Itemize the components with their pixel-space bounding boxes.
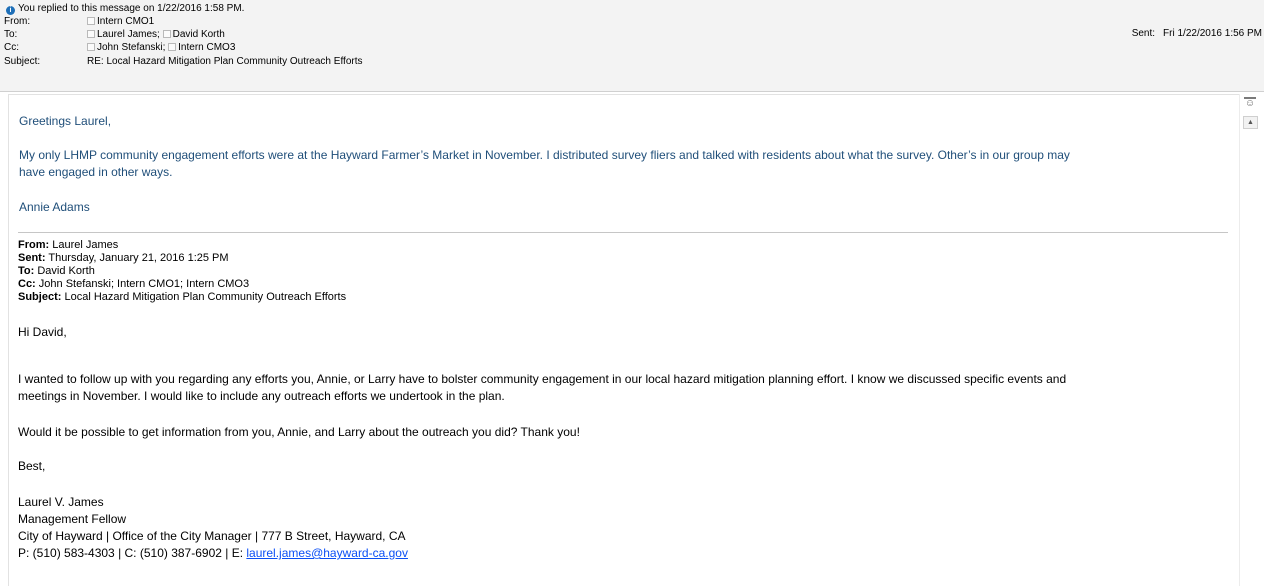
sig-phone: P: (510) 583-4303 | C: (510) 387-6902 | … (18, 546, 247, 560)
message-header: i You replied to this message on 1/22/201… (0, 0, 1264, 92)
orig-subject-value: Local Hazard Mitigation Plan Community O… (61, 291, 347, 303)
vertical-scrollbar[interactable]: ☺ ▲ (1239, 94, 1264, 586)
orig-subject: Subject: Local Hazard Mitigation Plan Co… (18, 291, 346, 304)
sent-label: Sent: (1131, 28, 1156, 39)
orig-from: From: Laurel James (18, 239, 118, 252)
orig-cc-value: John Stefanski; Intern CMO1; Intern CMO3 (35, 278, 250, 290)
from-row: From: Intern CMO1 (4, 16, 154, 28)
reply-paragraph-line1: My only LHMP community engagement effort… (19, 148, 1070, 162)
orig-greeting: Hi David, (18, 325, 67, 339)
orig-to-label: To: (18, 265, 35, 277)
orig-sent: Sent: Thursday, January 21, 2016 1:25 PM (18, 252, 229, 265)
orig-sent-value: Thursday, January 21, 2016 1:25 PM (45, 252, 229, 264)
message-body-frame (8, 94, 1239, 586)
person-chip-icon (168, 43, 177, 51)
cc-recipient-2[interactable]: Intern CMO3 (178, 42, 235, 53)
from-label: From: (4, 16, 31, 27)
scroll-up-icon[interactable]: ▲ (1243, 116, 1258, 129)
info-icon: i (6, 6, 15, 15)
person-chip-icon (87, 30, 95, 38)
to-label: To: (4, 29, 18, 40)
orig-sent-label: Sent: (18, 252, 46, 264)
sig-name: Laurel V. James (18, 495, 104, 509)
to-row: To: Laurel James; David Korth (4, 29, 225, 41)
orig-to-value: David Korth (34, 265, 95, 277)
sig-contact: P: (510) 583-4303 | C: (510) 387-6902 | … (18, 545, 408, 562)
orig-from-value: Laurel James (49, 239, 119, 251)
subject-label: Subject: (4, 56, 41, 67)
to-recipient-1[interactable]: Laurel James; (97, 29, 160, 40)
sig-org: City of Hayward | Office of the City Man… (18, 529, 406, 543)
cc-label: Cc: (4, 42, 19, 53)
sig-email-link[interactable]: laurel.james@hayward-ca.gov (246, 546, 408, 560)
orig-cc: Cc: John Stefanski; Intern CMO1; Intern … (18, 278, 249, 291)
reply-notice-text: You replied to this message on 1/22/2016… (18, 3, 245, 14)
reply-paragraph-line2: have engaged in other ways. (19, 165, 173, 179)
orig-paragraph2: Would it be possible to get information … (18, 425, 580, 439)
cc-recipient-1[interactable]: John Stefanski; (97, 42, 165, 53)
reply-signature: Annie Adams (19, 200, 90, 214)
sig-title: Management Fellow (18, 512, 127, 526)
orig-paragraph1-line2: meetings in November. I would like to in… (18, 389, 505, 403)
reply-notice[interactable]: i You replied to this message on 1/22/201… (4, 3, 244, 15)
orig-to: To: David Korth (18, 265, 95, 278)
subject-value: RE: Local Hazard Mitigation Plan Communi… (87, 56, 363, 67)
person-chip-icon (87, 43, 95, 51)
orig-subject-label: Subject: (18, 291, 62, 303)
sent-info: Sent: Fri 1/22/2016 1:56 PM (1132, 28, 1262, 40)
person-chip-icon (87, 17, 95, 25)
orig-paragraph1-line1: I wanted to follow up with you regarding… (18, 372, 1067, 386)
orig-cc-label: Cc: (18, 278, 36, 290)
to-recipient-2[interactable]: David Korth (173, 29, 225, 40)
subject-row: Subject: RE: Local Hazard Mitigation Plan… (4, 56, 363, 68)
quote-divider (18, 232, 1228, 233)
reply-greeting: Greetings Laurel, (19, 114, 112, 128)
orig-closing: Best, (18, 459, 46, 473)
from-recipient[interactable]: Intern CMO1 (97, 16, 154, 27)
emoji-icon[interactable]: ☺ (1243, 98, 1257, 110)
orig-from-label: From: (18, 239, 50, 251)
person-chip-icon (162, 30, 171, 38)
sent-value: Fri 1/22/2016 1:56 PM (1163, 28, 1262, 39)
cc-row: Cc: John Stefanski; Intern CMO3 (4, 42, 235, 54)
